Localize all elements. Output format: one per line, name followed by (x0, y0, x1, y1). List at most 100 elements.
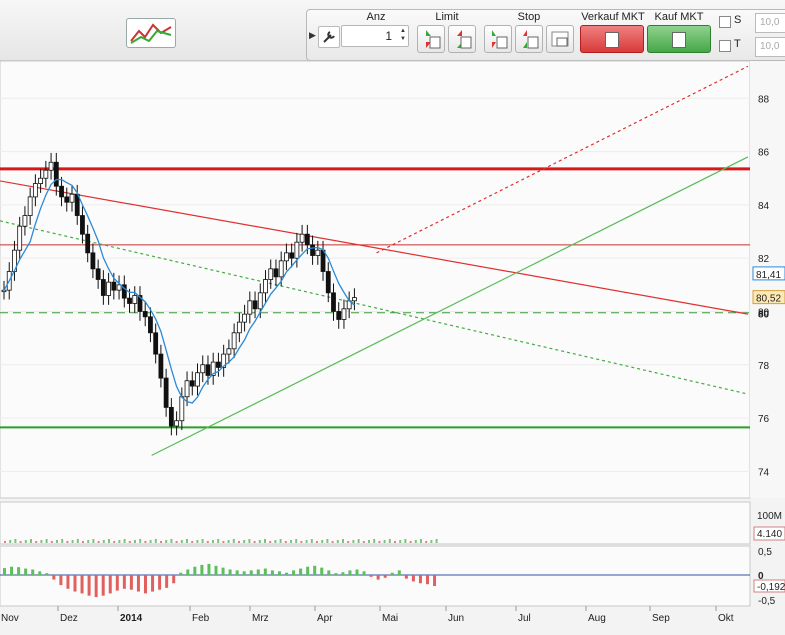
y-tick-label: 76 (758, 414, 770, 425)
y-tick-label: 74 (758, 467, 770, 478)
oscillator-bar (165, 575, 169, 588)
candle-body (278, 260, 284, 278)
volume-bar (56, 540, 58, 543)
price-panel (0, 60, 751, 499)
volume-bar (232, 539, 235, 543)
volume-bar (420, 539, 422, 543)
candle-body (132, 295, 138, 304)
candle-body (325, 271, 331, 294)
last-price-label: 80,52 (756, 294, 781, 305)
volume-bar (258, 540, 261, 543)
candle-body (236, 321, 242, 334)
volume-bar (290, 540, 292, 543)
candle-body (59, 185, 64, 198)
x-tick-label: Mrz (252, 613, 269, 624)
oscillator-bar (299, 568, 303, 575)
volume-bar (305, 540, 308, 543)
x-tick-label: Nov (1, 613, 19, 624)
candle-body (32, 183, 38, 198)
volume-bar (66, 541, 69, 543)
volume-bar (160, 541, 162, 543)
oscillator-bar (31, 569, 35, 575)
oscillator-bar (10, 566, 14, 575)
x-tick-label: Dez (60, 613, 78, 624)
volume-bar (362, 541, 365, 543)
oscillator-tick: -0,5 (758, 596, 776, 607)
volume-bar (347, 541, 350, 543)
candle-body (226, 348, 232, 355)
volume-bar (368, 540, 370, 543)
volume-bar (342, 539, 344, 543)
x-tick-label: Jun (448, 613, 464, 624)
x-tick-label: Aug (588, 613, 606, 624)
candle-body (189, 380, 195, 387)
candle-body (299, 233, 305, 243)
y-tick-label: 86 (758, 148, 770, 159)
volume-bar (76, 539, 79, 543)
volume-bar (378, 541, 381, 543)
chart-area[interactable]: 74 76 78 80 82 84 86 88 Nov Dez 2014 Feb Mrz Apr Mai Ju… (0, 0, 785, 635)
oscillator-bar (59, 575, 63, 586)
volume-bar (248, 539, 251, 543)
volume-bar (175, 541, 178, 543)
candle-body (200, 364, 206, 374)
oscillator-bar (221, 567, 225, 575)
oscillator-bar (179, 572, 183, 575)
volume-bar (97, 541, 100, 543)
volume-bar (409, 541, 412, 543)
volume-bar (102, 540, 105, 543)
oscillator-bar (256, 569, 260, 575)
candle-body (90, 252, 96, 270)
volume-bar (170, 539, 173, 543)
candle-body (38, 177, 44, 184)
volume-bar (82, 541, 84, 543)
oscillator-bar (277, 571, 281, 575)
x-tick-label: Mai (382, 613, 398, 624)
candle-body (106, 281, 111, 296)
candle-body (231, 332, 237, 350)
x-tick-label: Sep (652, 613, 670, 624)
volume-bar (383, 540, 386, 543)
oscillator-bar (3, 568, 6, 575)
oscillator-bar (418, 575, 422, 584)
oscillator-bar (383, 575, 387, 578)
candle-body (310, 244, 315, 256)
oscillator-bar (38, 571, 42, 575)
candle-body (216, 361, 221, 368)
volume-bar (295, 539, 298, 543)
oscillator-bar (404, 575, 408, 579)
candle-body (85, 233, 91, 254)
candle-body (315, 249, 321, 256)
volume-bar (300, 541, 303, 543)
oscillator-bar (80, 575, 84, 594)
volume-bar (238, 541, 240, 543)
volume-bar (24, 540, 27, 543)
candle-body (111, 281, 117, 291)
candle-body (80, 215, 85, 235)
volume-bar (40, 540, 43, 543)
volume-bar (227, 540, 230, 543)
oscillator-bar (320, 567, 324, 575)
oscillator-bar (390, 572, 394, 575)
oscillator-bar (362, 571, 366, 575)
volume-bar (30, 539, 32, 543)
volume-panel (0, 501, 751, 545)
candle-body (289, 252, 295, 259)
oscillator-bar (235, 570, 239, 575)
volume-bar (149, 540, 152, 543)
volume-bar (191, 541, 194, 543)
volume-bar (128, 541, 131, 543)
oscillator-bar (158, 575, 162, 590)
volume-bar (35, 541, 38, 543)
oscillator-bar (327, 570, 331, 575)
volume-bar (154, 539, 157, 543)
oscillator-value-label: -0,192 (757, 582, 785, 593)
volume-bar (394, 541, 396, 543)
oscillator-bar (144, 575, 147, 594)
candle-body (320, 249, 326, 272)
volume-bar (92, 539, 95, 543)
candle-body (148, 316, 153, 334)
volume-bar (279, 539, 282, 543)
volume-bar (4, 541, 6, 543)
volume-bar (144, 541, 147, 543)
